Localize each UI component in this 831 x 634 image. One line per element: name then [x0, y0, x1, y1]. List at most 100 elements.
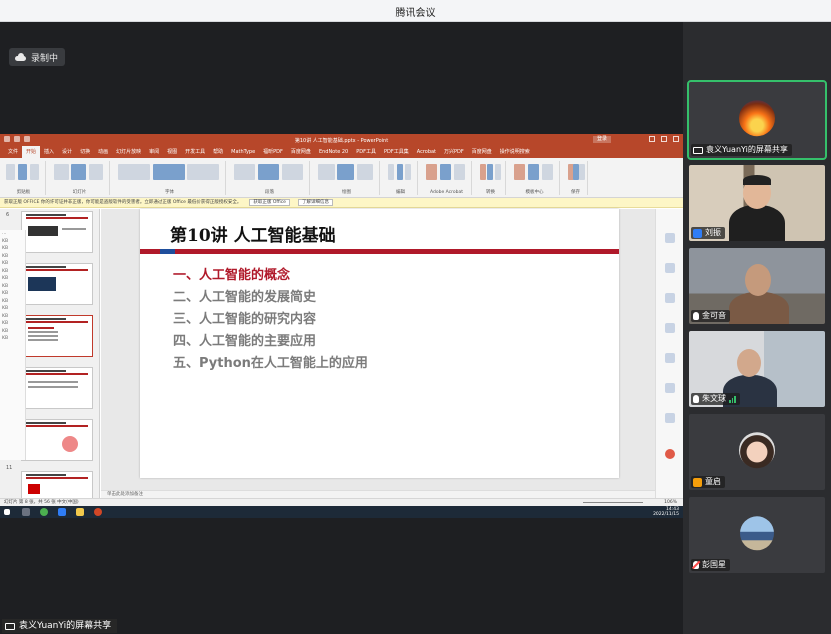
powerpoint-icon	[94, 508, 102, 516]
meeting-app-icon	[58, 508, 66, 516]
tool-icon	[665, 263, 675, 273]
ribbon-button	[88, 164, 104, 180]
ppt-tab: EndNote 20	[318, 149, 349, 155]
slide-outline-item: 五、Python在人工智能上的应用	[173, 356, 368, 371]
participant-tile[interactable]: 金可音	[689, 248, 825, 324]
ribbon-group-label: 绘图	[342, 190, 351, 195]
slide-outline-list: 一、人工智能的概念二、人工智能的发展简史 三、人工智能的研究内容 四、人工智能的主要…	[173, 265, 368, 375]
folder-icon	[76, 508, 84, 516]
taskbar-date: 2022/11/15	[653, 512, 679, 517]
ribbon-button	[18, 164, 28, 180]
ribbon-group: 模板中心	[510, 161, 560, 195]
slide-thumbnail	[21, 263, 93, 305]
thumb-number: 11	[6, 465, 13, 471]
ribbon-button	[318, 164, 335, 180]
ribbon-group: Adobe Acrobat	[422, 161, 472, 195]
participant-tile[interactable]: 朱文球	[689, 331, 825, 407]
ppt-title-bar: 第10讲 人工智能基础.pptx - PowerPoint 登录	[0, 134, 683, 146]
participant-tile[interactable]: 刘振	[689, 165, 825, 241]
screen-share-icon	[693, 146, 703, 154]
ppt-tab: 开始	[22, 146, 41, 158]
avatar	[739, 432, 775, 469]
ribbon-button	[71, 164, 86, 180]
notes-pane: 单击此处添加备注	[101, 490, 655, 498]
participant-name-tag: 童启	[691, 476, 725, 488]
ppt-tab: 操作说明搜索	[499, 149, 530, 155]
ppt-tab: PDF工具集	[383, 149, 409, 155]
participant-tile[interactable]: 童启	[689, 414, 825, 490]
ribbon-group: 编辑	[384, 161, 418, 195]
ribbon-group: 保存	[564, 161, 588, 195]
ribbon-button	[54, 164, 69, 180]
slide-outline-item: 一、人工智能的概念	[173, 268, 291, 283]
ribbon-button	[454, 164, 466, 180]
ppt-tab: 审阅	[149, 149, 160, 155]
status-left: 幻灯片 第 8 张，共 56 张 中文(中国)	[4, 500, 79, 505]
ribbon-button	[30, 164, 40, 180]
ribbon-group: 段落	[230, 161, 310, 195]
slide-thumbnail	[21, 367, 93, 409]
ribbon-button	[187, 164, 220, 180]
chrome-icon	[40, 508, 48, 516]
ribbon-button	[487, 164, 494, 180]
ppt-tab: Acrobat	[416, 149, 437, 155]
ribbon-button	[6, 164, 16, 180]
shared-screen: 第10讲 人工智能基础.pptx - PowerPoint 登录 文件 开始 插入 设…	[0, 134, 683, 518]
minimize-icon	[649, 136, 655, 142]
ribbon-group-label: 幻灯片	[72, 190, 87, 195]
slide-title: 第10讲 人工智能基础	[170, 226, 336, 246]
ribbon-group-label: Adobe Acrobat	[429, 190, 464, 195]
tool-icon	[665, 383, 675, 393]
red-tool-icon	[665, 449, 675, 459]
participant-name-tag: 朱文球	[691, 393, 740, 405]
ribbon-button	[118, 164, 150, 180]
slide-thumbnail	[21, 211, 93, 253]
ribbon-group-label: 模板中心	[525, 190, 544, 195]
license-notice: 获取正版 OFFICE 你的许可证并非正版，你可能是盗版软件的受害者。立即通过正…	[0, 198, 683, 208]
slide-outline-item: 二、人工智能的发展简史	[173, 290, 317, 305]
ppt-tab: PDF工具	[356, 149, 376, 155]
mic-icon	[693, 395, 699, 403]
slide-outline-item: 三、人工智能的研究内容	[173, 312, 317, 327]
participant-tile[interactable]: 袁义YuanYi的屏幕共享	[687, 80, 827, 160]
participant-name: 金可音	[702, 311, 726, 320]
app-title: 腾讯会议	[395, 8, 436, 19]
slide-canvas: 第10讲 人工智能基础 一、人工智能的概念二、人工智能的发展简史 三、人工智能的研…	[101, 209, 655, 490]
ribbon-button	[337, 164, 354, 180]
ribbon-button	[426, 164, 438, 180]
avatar	[740, 516, 774, 551]
slide-outline-item: 四、人工智能的主要应用	[173, 334, 317, 349]
mic-icon	[693, 312, 699, 320]
maximize-icon	[661, 136, 667, 142]
cloud-icon	[15, 53, 26, 61]
title-bar: 腾讯会议	[0, 0, 831, 22]
ppt-tab: 切换	[80, 149, 91, 155]
ppt-tab: 百度网盘	[290, 149, 311, 155]
taskbar-clock: 14:43 2022/11/15	[653, 507, 679, 517]
ribbon-group: 字体	[114, 161, 226, 195]
ppt-login-button: 登录	[592, 136, 611, 143]
participant-name: 童启	[705, 477, 721, 486]
ribbon-button	[542, 164, 554, 180]
ribbon-button	[282, 164, 304, 180]
participant-tile[interactable]: 彭国星	[689, 497, 825, 573]
ppt-tab: MathType	[231, 149, 256, 155]
ppt-document-title: 第10讲 人工智能基础.pptx - PowerPoint	[294, 138, 389, 144]
ribbon-button	[494, 164, 501, 180]
ribbon-group: 剪贴板	[2, 161, 46, 195]
participant-name-tag: 金可音	[691, 310, 730, 322]
ppt-tab: 视图	[167, 149, 178, 155]
audio-level-icon	[729, 395, 736, 403]
ppt-ribbon-tabs: 文件 开始 插入 设计 切换 动画 幻灯片放映 审阅 视图 开发工具 帮助 MathType 福昕PDF…	[0, 146, 683, 158]
close-icon	[673, 136, 679, 142]
ppt-tab: 设计	[62, 149, 73, 155]
recording-badge[interactable]: 录制中	[9, 48, 66, 66]
taskbar-app-icon	[22, 508, 30, 516]
ribbon-button	[152, 164, 185, 180]
ppt-side-tools	[655, 209, 683, 499]
user-icon	[693, 477, 702, 487]
ribbon-button	[388, 164, 394, 180]
slide-thumbnail-selected	[21, 315, 93, 357]
ribbon-button	[528, 164, 540, 180]
thumb-number: 6	[6, 212, 10, 218]
